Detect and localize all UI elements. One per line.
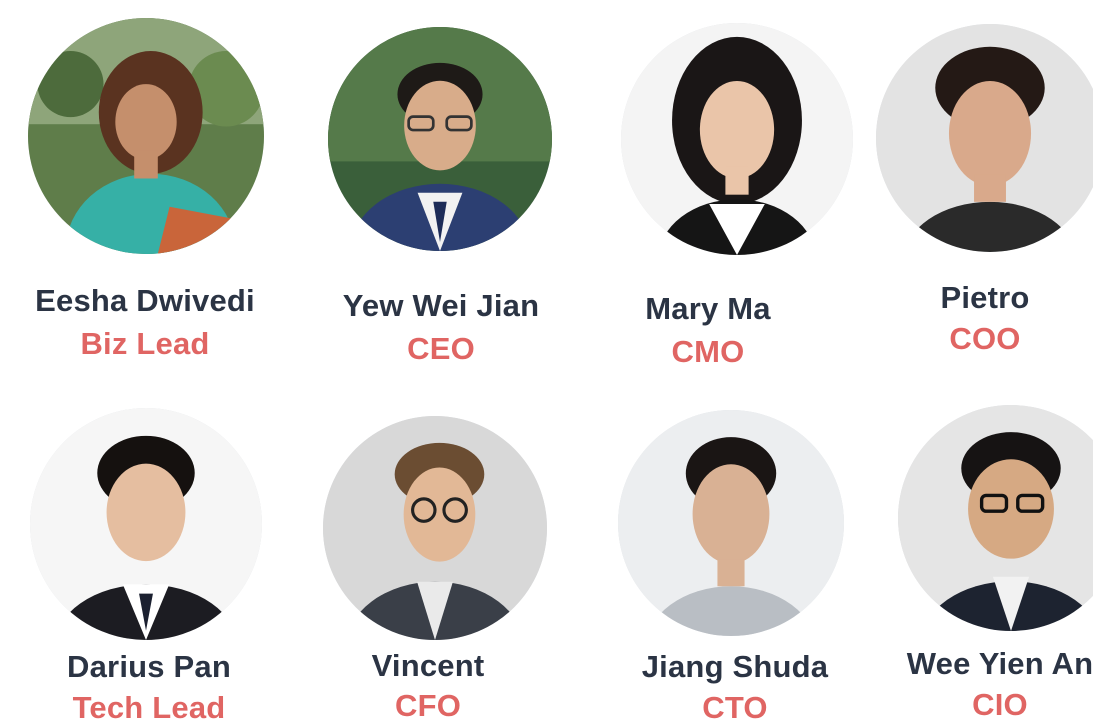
member-name: Mary Ma	[645, 291, 771, 326]
member-role: CIO	[972, 687, 1028, 720]
portrait-illustration	[30, 408, 262, 640]
member-role: COO	[949, 321, 1021, 356]
member-name: Yew Wei Jian	[342, 288, 540, 323]
portrait-illustration	[28, 18, 264, 254]
member-name: Jiang Shuda	[641, 649, 829, 684]
member-role: Biz Lead	[80, 326, 210, 361]
team-grid: Eesha Dwivedi Biz Lead Yew Wei Jian CEO	[0, 0, 1093, 720]
portrait-illustration	[621, 23, 853, 255]
portrait-illustration	[328, 27, 552, 251]
profile-photo	[618, 410, 844, 636]
member-role: CMO	[671, 334, 745, 369]
profile-photo	[898, 405, 1093, 631]
member-name: Eesha Dwivedi	[35, 283, 255, 318]
profile-photo	[621, 23, 853, 255]
member-name: Pietro	[940, 280, 1030, 315]
member-role: CFO	[394, 688, 462, 720]
member-name: Darius Pan	[67, 649, 231, 684]
profile-photo	[876, 24, 1093, 252]
profile-photo	[30, 408, 262, 640]
member-role: CTO	[702, 690, 768, 720]
member-role: Tech Lead	[72, 690, 226, 720]
member-role: CEO	[407, 331, 475, 366]
profile-photo	[28, 18, 264, 254]
profile-photo	[323, 416, 547, 640]
profile-photo	[328, 27, 552, 251]
member-name: Vincent	[371, 648, 485, 683]
portrait-illustration	[898, 405, 1093, 631]
portrait-illustration	[876, 24, 1093, 252]
portrait-illustration	[323, 416, 547, 640]
portrait-illustration	[618, 410, 844, 636]
member-name: Wee Yien An	[906, 646, 1093, 681]
